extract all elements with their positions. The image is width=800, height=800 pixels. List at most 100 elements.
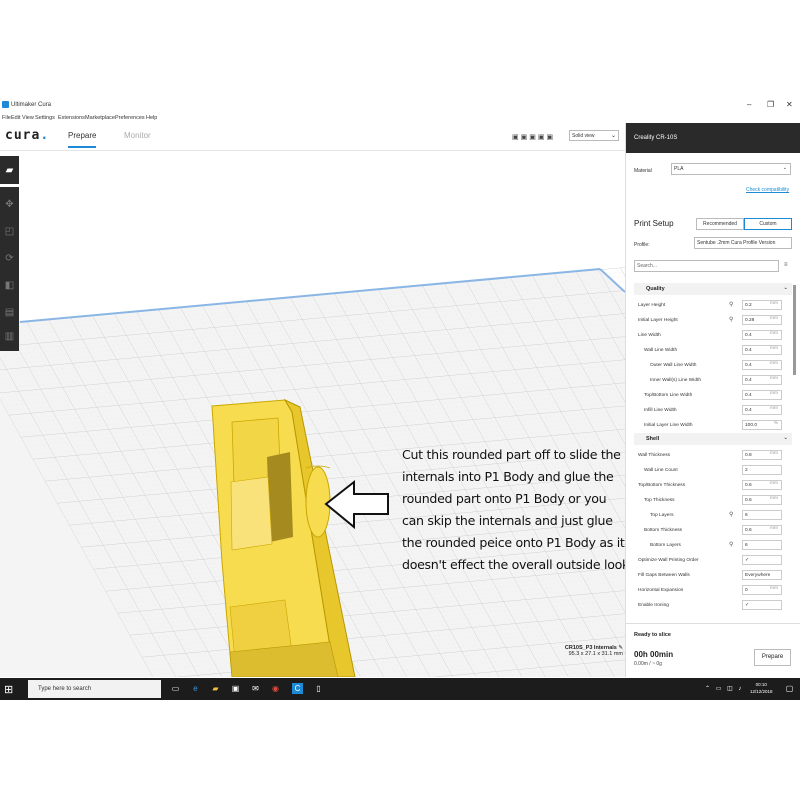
setting-label: Horizontal Expansion [638, 588, 684, 593]
menu-settings[interactable]: Settings [35, 115, 55, 121]
setting-value-field[interactable]: 100.0% [742, 420, 782, 430]
setting-value: Everywhere [745, 573, 771, 578]
link-icon[interactable]: ⚲ [729, 301, 733, 308]
setting-value: 0.2 [745, 303, 752, 308]
setting-value-field[interactable]: 0.4 mm [742, 360, 782, 370]
menu-view[interactable]: View [22, 115, 34, 121]
support-blocker-icon[interactable]: ▥ [3, 330, 16, 343]
open-file-icon[interactable]: ▰ [3, 164, 16, 177]
setting-value: 0.4 [745, 363, 752, 368]
menu-preferences[interactable]: Preferences [115, 115, 145, 121]
setting-value-field[interactable]: ✓ [742, 600, 782, 610]
link-icon[interactable]: ⚲ [729, 541, 733, 548]
menu-help[interactable]: Help [146, 115, 157, 121]
taskbar-clock[interactable]: 00:10 12/12/2018 [750, 681, 773, 695]
setting-value-field[interactable]: 0.4 mm [742, 405, 782, 415]
prepare-button[interactable]: Prepare [754, 649, 791, 666]
profile-select[interactable]: Sentube .2mm Cura Profile Version [694, 237, 792, 249]
setting-value-field[interactable]: 0.4 mm [742, 345, 782, 355]
menu-edit[interactable]: Edit [11, 115, 20, 121]
cura-window: Ultimaker Cura – ❐ ✕ File Edit View Sett… [0, 98, 800, 700]
setting-value: ✓ [745, 603, 750, 608]
per-model-settings-icon[interactable]: ▤ [3, 306, 16, 319]
cura-logo: cura. [5, 128, 50, 143]
cura-taskbar-icon[interactable]: C [292, 683, 303, 694]
app-taskbar-icon[interactable]: ▯ [313, 683, 324, 694]
setting-label: Line Width [638, 333, 661, 338]
setting-value-field[interactable]: 0.6 mm [742, 525, 782, 535]
setting-row: Inner Wall(s) Line Width 0.4 mm [634, 373, 792, 388]
scale-tool-icon[interactable]: ◰ [3, 225, 16, 238]
setting-value-field[interactable]: 2 [742, 465, 782, 475]
setting-value-field[interactable]: Everywhere [742, 570, 782, 580]
setting-value-field[interactable]: 0.8 mm [742, 450, 782, 460]
material-select[interactable]: PLA ⌄ [671, 163, 791, 175]
view-mode-select[interactable]: Solid view ⌄ [569, 130, 619, 141]
mail-icon[interactable]: ✉ [250, 683, 261, 694]
notification-icon[interactable]: ▢ [784, 683, 795, 694]
slice-panel: Ready to slice 00h 00min 0.00m / ~ 0g Pr… [626, 623, 800, 677]
minimize-button[interactable]: – [747, 100, 751, 109]
printer-selector[interactable]: Creality CR-10S [626, 123, 800, 153]
settings-menu-icon[interactable]: ≡ [784, 262, 788, 268]
menu-marketplace[interactable]: Marketplace [85, 115, 115, 121]
setting-row: Bottom Thickness 0.6 mm [634, 523, 792, 538]
setting-value-field[interactable]: 6 [742, 510, 782, 520]
move-tool-icon[interactable]: ✥ [3, 198, 16, 211]
setting-value-field[interactable]: 0.28 mm [742, 315, 782, 325]
edge-browser-icon[interactable]: e [190, 683, 201, 694]
shell-section-header[interactable]: Shell ⌄ [634, 433, 792, 445]
tab-monitor[interactable]: Monitor [124, 131, 151, 140]
setting-value-field[interactable]: 0.6 mm [742, 480, 782, 490]
setting-value-field[interactable]: 0.4 mm [742, 375, 782, 385]
view-orientation-icons[interactable]: ▣▣▣▣▣ [512, 133, 555, 141]
custom-mode-button[interactable]: Custom [744, 218, 792, 230]
annotation-line: rounded part onto P1 Body or you [402, 491, 607, 506]
setting-value: 0.6 [745, 528, 752, 533]
setting-value-field[interactable]: 0 mm [742, 585, 782, 595]
rotate-tool-icon[interactable]: ⟳ [3, 252, 16, 265]
menu-file[interactable]: File [2, 115, 11, 121]
setting-value-field[interactable]: 6 [742, 540, 782, 550]
file-explorer-icon[interactable]: ▰ [210, 683, 221, 694]
windows-start-icon[interactable]: ⊞ [4, 683, 13, 696]
task-view-icon[interactable]: ▭ [170, 683, 181, 694]
link-icon[interactable]: ⚲ [729, 316, 733, 323]
recommended-mode-button[interactable]: Recommended [696, 218, 744, 230]
rounded-part[interactable] [305, 466, 331, 538]
setting-value-field[interactable]: ✓ [742, 555, 782, 565]
taskbar-search-placeholder: Type here to search [38, 686, 92, 692]
check-compatibility-link[interactable]: Check compatibility [746, 187, 789, 193]
object-dimensions: 95.3 x 27.1 x 31.1 mm [568, 651, 623, 657]
setting-unit: mm [770, 361, 778, 366]
setting-row: Initial Layer Height ⚲ 0.28 mm [634, 313, 792, 328]
setting-label: Wall Line Count [644, 468, 678, 473]
setting-value: 0 [745, 588, 748, 593]
setting-value-field[interactable]: 0.4 mm [742, 330, 782, 340]
close-button[interactable]: ✕ [786, 100, 793, 109]
search-placeholder: Search... [637, 263, 658, 269]
setting-row: Top Layers ⚲ 6 [634, 508, 792, 523]
setting-value: 0.4 [745, 333, 752, 338]
mirror-tool-icon[interactable]: ◧ [3, 279, 16, 292]
taskbar-search-input[interactable]: Type here to search [28, 680, 161, 698]
tab-prepare[interactable]: Prepare [68, 131, 97, 148]
left-toolbar: ▰ ✥ ◰ ⟳ ◧ ▤ ▥ [0, 156, 19, 351]
maximize-button[interactable]: ❐ [767, 100, 774, 109]
chevron-down-icon: ⌄ [783, 435, 788, 441]
setting-value-field[interactable]: 0.6 mm [742, 495, 782, 505]
setting-value-field[interactable]: 0.2 mm [742, 300, 782, 310]
store-icon[interactable]: ▣ [230, 683, 241, 694]
setting-label: Top Layers [650, 513, 674, 518]
settings-scrollbar[interactable] [793, 285, 796, 375]
quality-section-header[interactable]: Quality ⌄ [634, 283, 792, 295]
settings-search-input[interactable]: Search... [634, 260, 779, 272]
setting-value-field[interactable]: 0.4 mm [742, 390, 782, 400]
link-icon[interactable]: ⚲ [729, 511, 733, 518]
material-value: PLA [674, 166, 684, 172]
chrome-icon[interactable]: ◉ [270, 683, 281, 694]
3d-viewport[interactable]: ▰ ✥ ◰ ⟳ ◧ ▤ ▥ Cut this rounded part off … [0, 152, 625, 677]
stage-header: cura. Prepare Monitor ▣▣▣▣▣ Solid view ⌄ [0, 123, 625, 151]
menu-extensions[interactable]: Extensions [58, 115, 85, 121]
system-tray-icons[interactable]: ⌃ ▭ ◫ ♪ [705, 685, 743, 692]
